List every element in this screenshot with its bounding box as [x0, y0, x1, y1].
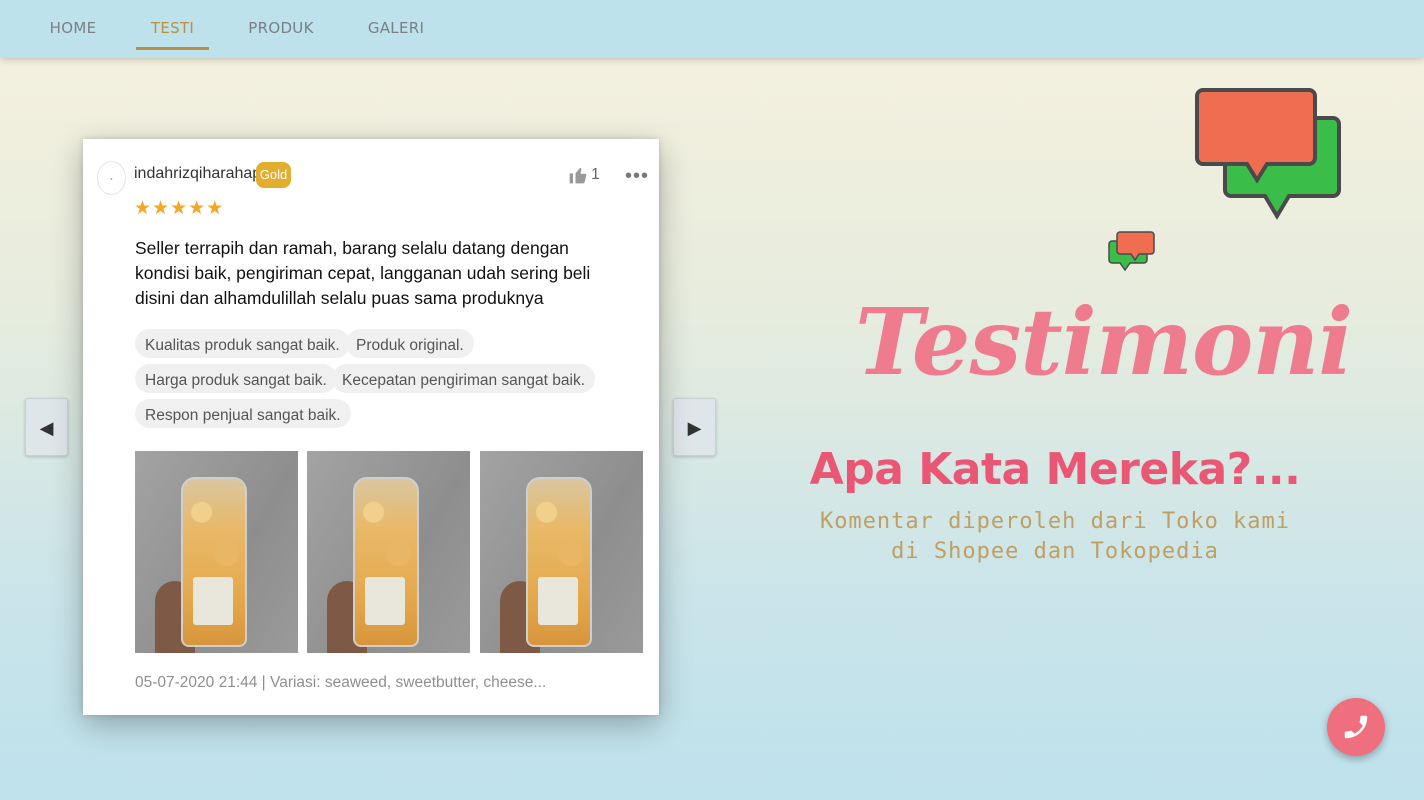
review-tag: Harga produk sangat baik.	[135, 364, 337, 393]
rating-stars: ★ ★ ★ ★ ★	[134, 199, 223, 219]
star-icon: ★	[134, 198, 152, 219]
star-icon: ★	[152, 198, 170, 219]
nav-home[interactable]: HOME	[48, 0, 98, 50]
phone-icon	[1344, 715, 1368, 739]
star-icon: ★	[188, 198, 206, 219]
thumbs-up-icon[interactable]	[568, 165, 588, 185]
review-photo[interactable]	[480, 451, 643, 653]
call-button[interactable]	[1327, 698, 1385, 756]
star-icon: ★	[206, 198, 224, 219]
review-tag: Produk original.	[346, 329, 474, 358]
carousel-next-button[interactable]: ▶	[673, 398, 716, 456]
nav-testi[interactable]: TESTI	[136, 0, 209, 50]
review-tag: Kualitas produk sangat baik.	[135, 329, 350, 358]
review-tag: Kecepatan pengiriman sangat baik.	[332, 364, 595, 393]
caret-right-icon: ▶	[687, 418, 702, 438]
nav-produk[interactable]: PRODUK	[246, 0, 316, 50]
section-heading: Apa Kata Mereka?...	[809, 444, 1301, 495]
avatar: ●	[97, 161, 126, 195]
subtitle-line: Komentar diperoleh dari Toko kami	[819, 509, 1291, 534]
carousel-prev-button[interactable]: ◀	[25, 398, 68, 456]
review-text: Seller terrapih dan ramah, barang selalu…	[135, 238, 591, 308]
review-card: ● indahrizqiharahap Gold 1 ••• ★ ★ ★ ★ ★…	[83, 139, 659, 715]
review-photo[interactable]	[135, 451, 298, 653]
review-photo[interactable]	[307, 451, 470, 653]
review-username: indahrizqiharahap	[134, 165, 262, 182]
star-icon: ★	[170, 198, 188, 219]
like-count: 1	[591, 166, 600, 183]
section-script-title: Testimoni	[855, 288, 1353, 396]
caret-left-icon: ◀	[39, 418, 54, 438]
review-meta: 05-07-2020 21:44 | Variasi: seaweed, swe…	[135, 674, 547, 691]
status-badge: Gold	[256, 162, 291, 188]
subtitle-line: di Shopee dan Tokopedia	[891, 539, 1219, 564]
review-tag: Respon penjual sangat baik.	[135, 399, 351, 428]
top-nav: HOME TESTI PRODUK GALERI	[0, 0, 1424, 58]
more-dots-icon[interactable]: •••	[625, 165, 649, 188]
section-subtitle: Komentar diperoleh dari Toko kami di Sho…	[790, 507, 1320, 567]
chat-bubbles-small-icon	[1108, 231, 1155, 272]
nav-galeri[interactable]: GALERI	[366, 0, 426, 50]
chat-bubbles-icon	[1195, 88, 1341, 220]
